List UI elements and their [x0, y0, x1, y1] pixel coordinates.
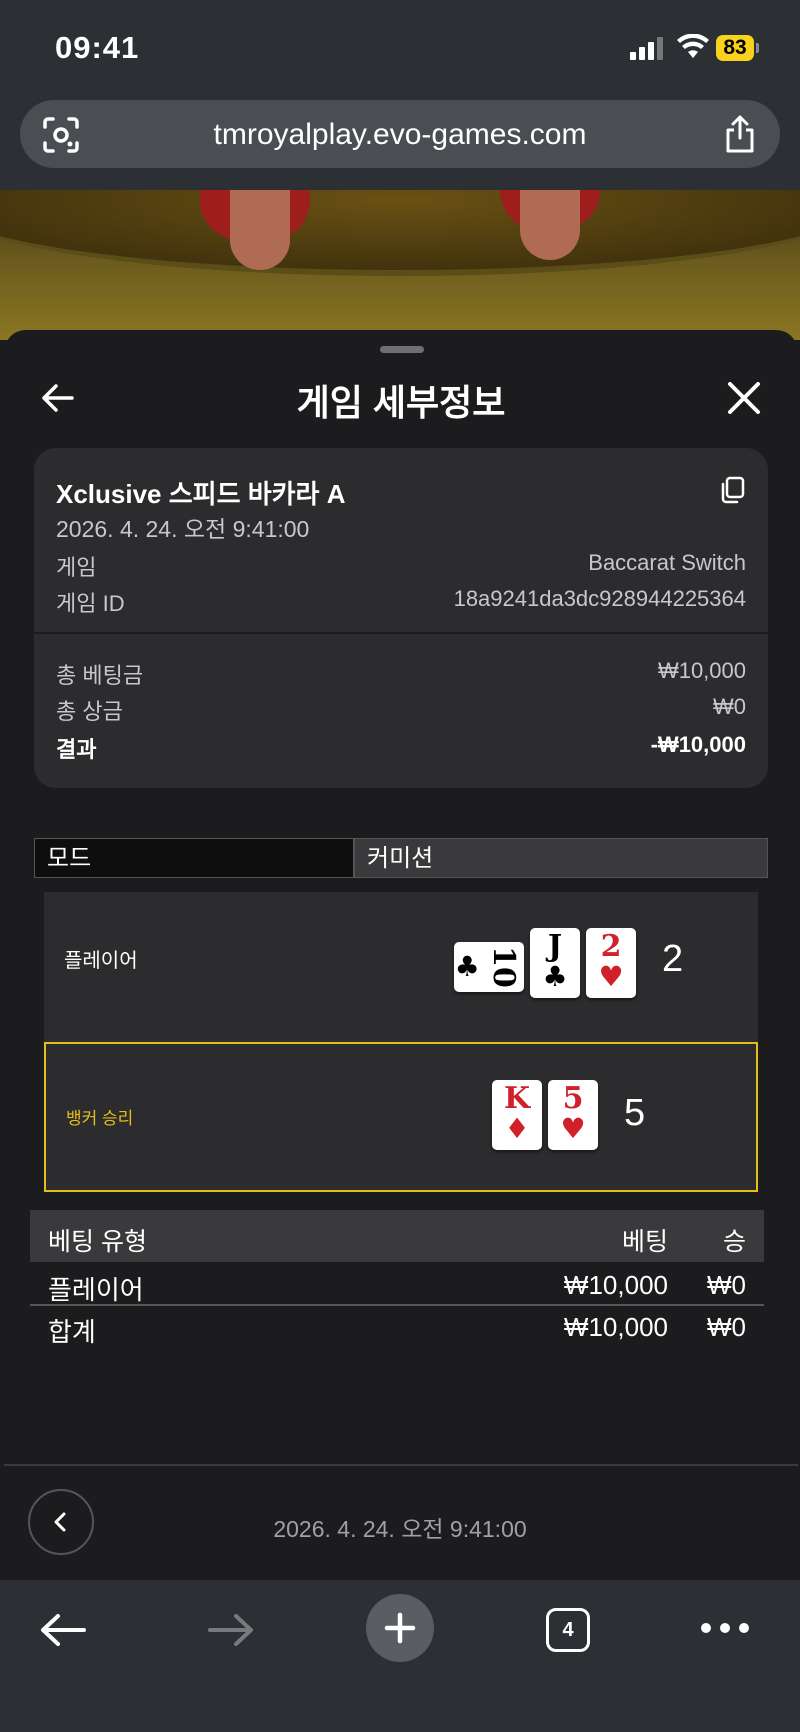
browser-bottom-bar: 4 [0, 1580, 800, 1732]
player-hand: 플레이어 ♣ 10 J ♣ 2 ♥ 2 [44, 892, 758, 1042]
footer-date: 2026. 4. 24. 오전 9:41:00 [273, 1516, 527, 1542]
result-value: -₩10,000 [650, 732, 746, 757]
bet-type-header: 베팅 유형 [48, 1228, 147, 1256]
wifi-icon [677, 34, 709, 58]
total-bet-value: ₩10,000 [657, 658, 746, 683]
banker-hand: 뱅커 승리 K ♦ 5 ♥ 5 [44, 1042, 758, 1192]
table-row: 합계 ₩10,000 ₩0 [30, 1308, 764, 1348]
total-win-label: 총 상금 [56, 699, 123, 724]
close-icon[interactable] [724, 378, 764, 418]
game-id-label: 게임 ID [56, 591, 125, 616]
bet-total-win: ₩0 [707, 1312, 746, 1342]
new-tab-button[interactable] [366, 1594, 434, 1662]
copy-icon[interactable] [720, 476, 746, 504]
player-card-2: J ♣ [530, 928, 580, 998]
live-video-background [0, 190, 800, 340]
bet-row-divider [30, 1304, 764, 1306]
game-id-value: 18a9241da3dc928944225364 [453, 586, 746, 611]
banker-card-2-suit: ♥ [560, 1112, 586, 1145]
sheet-drag-handle[interactable] [380, 346, 424, 353]
card-divider [34, 632, 768, 634]
banker-hand-label: 뱅커 승리 [66, 1109, 134, 1128]
footer-divider [4, 1464, 798, 1466]
bet-total-type: 합계 [48, 1317, 96, 1347]
status-time: 09:41 [55, 30, 140, 65]
player-hand-total: 2 [662, 938, 684, 980]
game-details-sheet: 게임 세부정보 Xclusive 스피드 바카라 A 2026. 4. 24. … [4, 330, 798, 1580]
url-text: tmroyalplay.evo-games.com [213, 118, 587, 151]
total-win-value: ₩0 [713, 694, 746, 719]
plus-icon [384, 1612, 416, 1644]
player-card-3: 2 ♥ [586, 928, 636, 998]
tabs-button[interactable]: 4 [546, 1608, 590, 1652]
table-edge [0, 190, 800, 276]
bet-row-win: ₩0 [707, 1270, 746, 1300]
signal-icon [630, 37, 663, 60]
game-datetime: 2026. 4. 24. 오전 9:41:00 [56, 516, 310, 542]
more-icon[interactable] [700, 1620, 750, 1636]
mode-label: 모드 [34, 838, 354, 878]
table-row: 플레이어 ₩10,000 ₩0 [30, 1266, 764, 1306]
dealer-arm-left [230, 190, 290, 270]
browser-toolbar: tmroyalplay.evo-games.com [0, 96, 800, 190]
bet-total-amount: ₩10,000 [563, 1312, 668, 1342]
nav-back-icon[interactable] [38, 1610, 88, 1650]
player-hand-label: 플레이어 [64, 950, 138, 972]
bet-amount-header: 베팅 [621, 1228, 668, 1256]
game-label: 게임 [56, 555, 97, 580]
status-bar: 09:41 83 [0, 0, 800, 96]
game-value: Baccarat Switch [588, 550, 746, 575]
player-card-2-rank: J [547, 929, 563, 964]
address-bar[interactable]: tmroyalplay.evo-games.com [20, 100, 780, 168]
player-card-1-suit: ♣ [454, 950, 480, 983]
battery-icon: 83 [716, 35, 754, 61]
mode-value: 커미션 [354, 838, 768, 878]
bet-row-type: 플레이어 [48, 1275, 144, 1305]
battery-nub [756, 43, 759, 53]
result-label: 결과 [56, 737, 97, 762]
banker-card-1-rank: K [503, 1081, 531, 1116]
player-card-1: ♣ 10 [454, 942, 524, 992]
banker-card-2-rank: 5 [562, 1081, 584, 1116]
banker-card-1: K ♦ [492, 1080, 542, 1150]
share-icon[interactable] [722, 114, 758, 154]
dealer-arm-right [520, 190, 580, 260]
total-bet-label: 총 베팅금 [56, 663, 144, 688]
nav-forward-icon[interactable] [206, 1610, 256, 1650]
player-card-2-suit: ♣ [542, 960, 568, 993]
sheet-title: 게임 세부정보 [296, 382, 506, 423]
banker-card-2: 5 ♥ [548, 1080, 598, 1150]
bet-win-header: 승 [722, 1228, 746, 1256]
player-card-1-rank: 10 [485, 946, 521, 988]
bet-row-amount: ₩10,000 [563, 1270, 668, 1300]
bet-table-header: 베팅 유형 베팅 승 [30, 1210, 764, 1262]
game-summary-card: Xclusive 스피드 바카라 A 2026. 4. 24. 오전 9:41:… [34, 448, 768, 788]
player-card-3-rank: 2 [600, 929, 622, 964]
banker-hand-total: 5 [624, 1092, 646, 1134]
table-name: Xclusive 스피드 바카라 A [56, 479, 346, 509]
mode-bar: 모드 커미션 [34, 838, 768, 880]
player-card-3-suit: ♥ [598, 960, 624, 993]
banker-card-1-suit: ♦ [504, 1112, 530, 1145]
